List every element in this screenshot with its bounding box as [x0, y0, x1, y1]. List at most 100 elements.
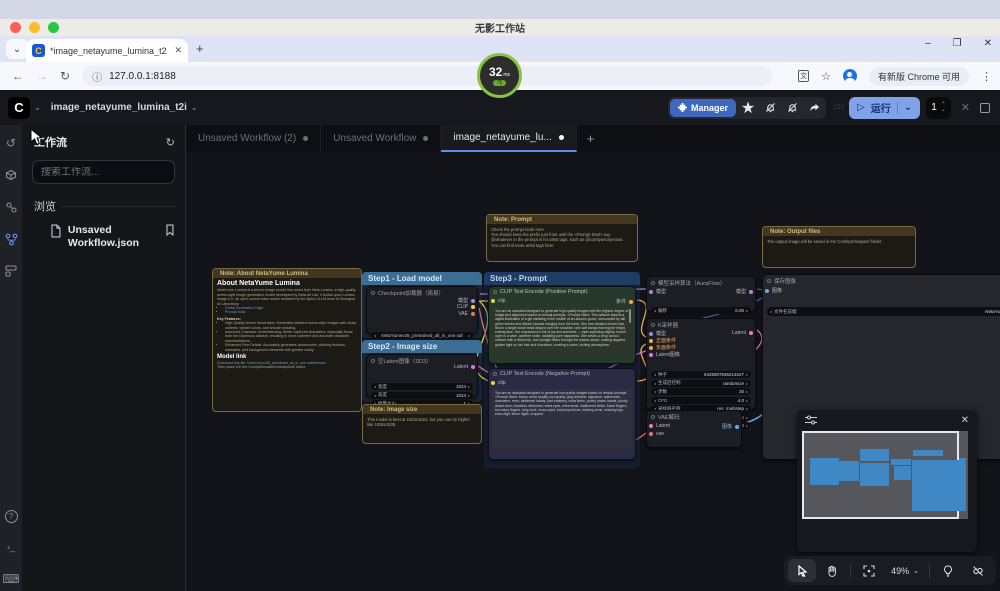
- latent-input-port[interactable]: [649, 353, 653, 357]
- positive-prompt-textarea[interactable]: You are an assistant designed to generat…: [492, 307, 632, 353]
- tab-close-icon[interactable]: ✕: [174, 45, 182, 56]
- clip-encode-positive-node[interactable]: CLIP Text Encode (Positive Prompt) clip …: [488, 286, 636, 364]
- cancel-run-icon[interactable]: ✕: [961, 101, 970, 114]
- conditioning-output-port[interactable]: [629, 300, 633, 304]
- workflow-list-item[interactable]: Unsaved Workflow.json: [22, 220, 185, 254]
- width-widget[interactable]: 宽度1024: [371, 383, 473, 390]
- height-widget[interactable]: 高度1024: [371, 392, 473, 399]
- chevron-down-icon[interactable]: ⌄: [191, 103, 198, 112]
- unsaved-dot-icon[interactable]: [559, 135, 564, 140]
- bookmark-star-icon[interactable]: ☆: [821, 70, 831, 83]
- clip-output-port[interactable]: [471, 305, 475, 309]
- latent-input-port[interactable]: [649, 424, 653, 428]
- chevron-down-icon[interactable]: ⌄: [904, 102, 912, 113]
- toggle-links-button[interactable]: [964, 559, 992, 582]
- vae-input-port[interactable]: [649, 432, 653, 436]
- seed-widget[interactable]: 种子9425907836214627: [651, 371, 751, 378]
- empty-latent-node[interactable]: 空Latent图像（SD3） Latent 宽度1024 高度1024 批量大小…: [366, 354, 478, 398]
- textarea-scrollbar[interactable]: [629, 309, 631, 323]
- model-input-port[interactable]: [649, 332, 653, 336]
- address-bar[interactable]: ⓘ 127.0.0.1:8188: [82, 66, 772, 86]
- site-info-icon[interactable]: ⓘ: [92, 69, 102, 84]
- chevron-down-icon[interactable]: ⌄: [34, 103, 41, 112]
- workflow-tab-1[interactable]: Unsaved Workflow (2): [186, 125, 321, 152]
- window-maximize-button[interactable]: ❐: [953, 38, 962, 49]
- layout-icon[interactable]: [3, 263, 19, 279]
- profile-avatar[interactable]: [843, 69, 857, 83]
- steps-widget[interactable]: 步数30: [651, 388, 751, 395]
- favorites-star-icon[interactable]: ★: [738, 99, 758, 117]
- back-icon[interactable]: ←: [12, 69, 24, 83]
- new-workflow-tab-button[interactable]: +: [577, 125, 605, 152]
- bell-mute-icon[interactable]: [760, 99, 780, 117]
- browser-menu-icon[interactable]: ⋮: [981, 70, 992, 83]
- help-icon[interactable]: ?: [5, 510, 18, 523]
- theme-toggle-button[interactable]: [934, 559, 962, 582]
- model-output-port[interactable]: [471, 299, 475, 303]
- bookmark-icon[interactable]: [165, 224, 175, 236]
- browser-tab-active[interactable]: C *image_netayume_lumina_t2 ✕: [26, 39, 188, 62]
- note-image-size-node[interactable]: Note: Image size This model is best at 1…: [362, 404, 482, 444]
- bell-mute-icon[interactable]: [782, 99, 802, 117]
- minimap-close-icon[interactable]: ✕: [961, 415, 969, 426]
- latent-output-port[interactable]: [749, 331, 753, 335]
- zoom-control[interactable]: 49% ⌄: [885, 566, 925, 576]
- panel-toggle-icon[interactable]: [980, 103, 990, 113]
- forward-icon[interactable]: →: [36, 69, 48, 83]
- note-output-files-node[interactable]: Note: Output files The output image will…: [762, 226, 916, 268]
- translate-icon[interactable]: 文: [798, 70, 809, 82]
- filename-prefix-widget[interactable]: 文件名前缀NetaYu: [767, 307, 1000, 316]
- clip-input-port[interactable]: [491, 381, 495, 385]
- image-input-port[interactable]: [765, 289, 769, 293]
- history-icon[interactable]: ↺: [3, 135, 19, 151]
- chrome-update-button[interactable]: 有新版 Chrome 可用: [869, 67, 969, 86]
- negative-prompt-textarea[interactable]: You are an assistant designed to generat…: [492, 389, 632, 449]
- share-icon[interactable]: [804, 99, 824, 117]
- node-canvas[interactable]: Note: Prompt Check the prompt book here …: [186, 152, 1000, 591]
- model-input-port[interactable]: [649, 290, 653, 294]
- pan-tool-button[interactable]: [818, 559, 846, 582]
- negative-input-port[interactable]: [649, 346, 653, 350]
- note-about-node[interactable]: Note: About NetaYume Lumina About NetaYu…: [212, 268, 362, 412]
- workflow-name[interactable]: image_netayume_lumina_t2i: [51, 102, 187, 113]
- workflows-icon[interactable]: [3, 231, 19, 247]
- note-prompt-node[interactable]: Note: Prompt Check the prompt book here …: [486, 214, 638, 262]
- model-sampling-auraflow-node[interactable]: 模型采样算法（AuraFlow） 模型 模型 偏移6.00: [646, 276, 756, 312]
- note-link[interactable]: Prompt book: [225, 310, 245, 314]
- batch-count-stepper[interactable]: 1 ⌃ ⌄: [926, 97, 951, 119]
- select-tool-button[interactable]: [788, 559, 816, 582]
- unsaved-dot-icon[interactable]: [423, 136, 428, 141]
- minimap-settings-icon[interactable]: [805, 415, 817, 425]
- note-link[interactable]: Download this file: NetaYumev35_pretrain…: [217, 361, 326, 365]
- clip-encode-negative-node[interactable]: CLIP Text Encode (Negative Prompt) clip …: [488, 368, 636, 460]
- latent-output-port[interactable]: [471, 365, 475, 369]
- vae-output-port[interactable]: [471, 312, 475, 316]
- window-minimize-button[interactable]: –: [925, 38, 931, 49]
- reload-icon[interactable]: ↻: [60, 69, 70, 83]
- control-after-generate-widget[interactable]: 生成后控制randomize: [651, 380, 751, 387]
- image-output-port[interactable]: [735, 425, 739, 429]
- manager-button[interactable]: Manager: [670, 99, 736, 117]
- model-output-port[interactable]: [749, 290, 753, 294]
- node-library-icon[interactable]: [3, 199, 19, 215]
- vae-decode-node[interactable]: VAE解码 Latent vae 图像: [646, 410, 742, 448]
- refresh-icon[interactable]: ↻: [166, 136, 175, 149]
- step-down-icon[interactable]: ⌄: [941, 108, 946, 113]
- positive-input-port[interactable]: [649, 339, 653, 343]
- workflow-tab-active[interactable]: image_netayume_lu...: [441, 125, 576, 152]
- window-close-button[interactable]: ✕: [984, 38, 992, 49]
- cfg-widget[interactable]: CFG4.0: [651, 397, 751, 404]
- minimap-panel[interactable]: ✕: [797, 410, 977, 552]
- model-library-icon[interactable]: [3, 167, 19, 183]
- comfyui-logo[interactable]: C: [8, 97, 30, 119]
- fit-view-button[interactable]: [855, 559, 883, 582]
- search-input[interactable]: [41, 167, 173, 178]
- run-button[interactable]: ▷ 运行 ⌄: [849, 97, 920, 119]
- unsaved-dot-icon[interactable]: [303, 136, 308, 141]
- url-text[interactable]: 127.0.0.1:8188: [109, 71, 176, 82]
- checkpoint-loader-node[interactable]: Checkpoint加载器（简易） 模型 CLIP VAE NetaYumev3…: [366, 286, 478, 334]
- tab-search-button[interactable]: ⌄: [6, 39, 28, 59]
- note-link[interactable]: Civitai Generation Page: [225, 306, 263, 310]
- ksampler-node[interactable]: K采样器 模型 正面条件 负面条件 Latent图像 Latent 种子9425…: [646, 318, 756, 410]
- workflow-search[interactable]: [32, 160, 175, 184]
